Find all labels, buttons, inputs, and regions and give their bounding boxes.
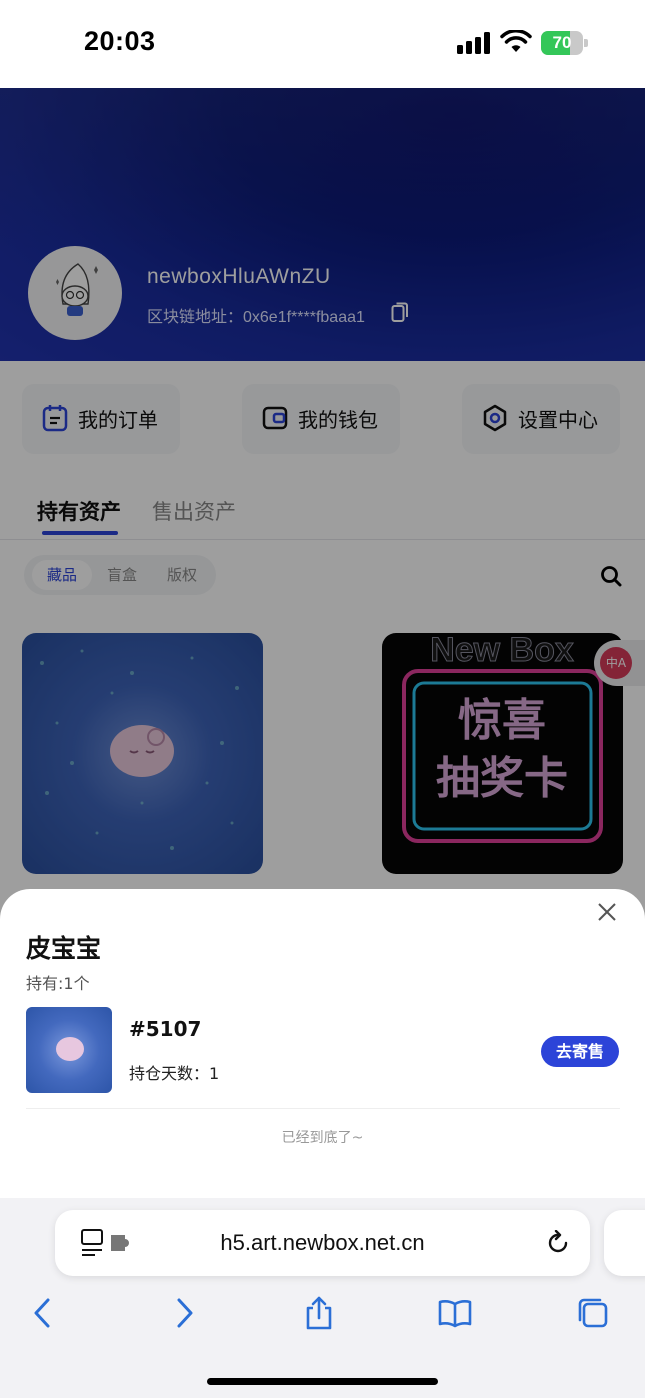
bookmarks-icon[interactable]	[438, 1296, 472, 1330]
battery-percent: 70	[552, 33, 572, 52]
cellular-signal-icon	[457, 32, 491, 54]
sheet-title: 皮宝宝	[26, 934, 102, 963]
item-id: #5107	[129, 1017, 202, 1041]
tabs-icon[interactable]	[576, 1296, 610, 1330]
status-bar: 20:03 70	[0, 0, 645, 88]
back-icon[interactable]	[26, 1296, 60, 1330]
holdings-sheet: 皮宝宝 持有:1个 #5107 持仓天数：1 去寄售 已经到底了~	[0, 889, 645, 1198]
item-hold-days: 持仓天数：1	[129, 1064, 220, 1083]
forward-icon[interactable]	[167, 1296, 201, 1330]
address-bar[interactable]: h5.art.newbox.net.cn	[55, 1210, 590, 1276]
reload-icon[interactable]	[545, 1230, 571, 1256]
consign-button[interactable]: 去寄售	[541, 1036, 619, 1067]
battery-icon: 70	[541, 31, 589, 55]
browser-toolbar: h5.art.newbox.net.cn	[0, 1198, 645, 1398]
home-indicator	[207, 1378, 438, 1385]
status-time: 20:03	[84, 26, 156, 56]
end-of-list-text: 已经到底了~	[281, 1130, 364, 1146]
divider	[26, 1108, 620, 1109]
url-text: h5.art.newbox.net.cn	[220, 1230, 425, 1255]
holding-count: 持有:1个	[26, 974, 90, 993]
next-tab-preview[interactable]	[604, 1210, 645, 1276]
item-thumbnail	[26, 1007, 112, 1093]
share-icon[interactable]	[302, 1296, 336, 1330]
close-icon[interactable]	[596, 901, 618, 923]
wifi-icon	[500, 30, 532, 52]
